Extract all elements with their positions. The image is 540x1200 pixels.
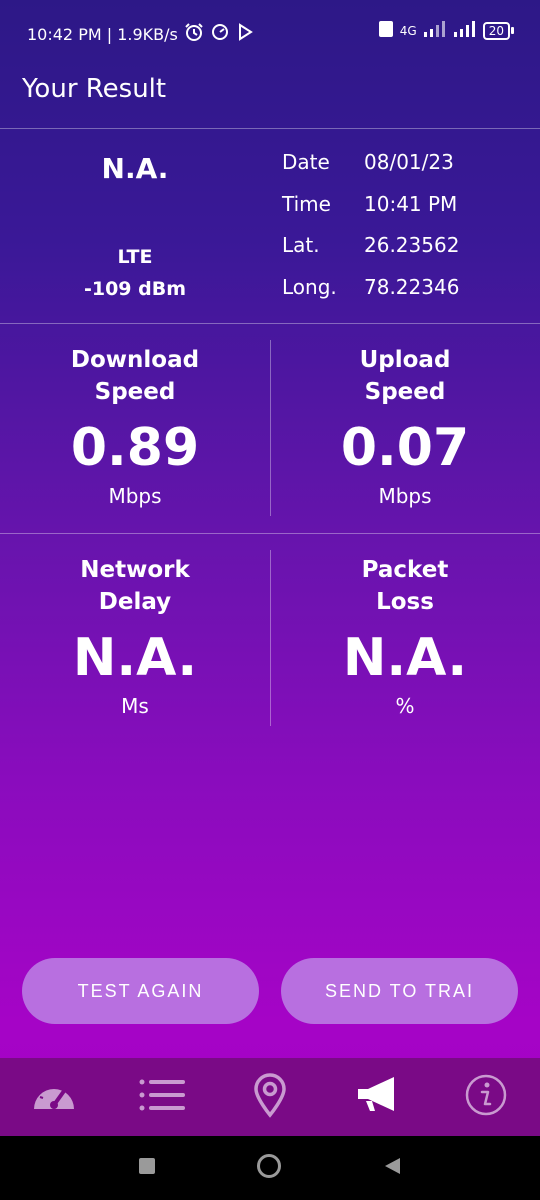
system-navigation-bar xyxy=(0,1136,540,1200)
nav-speedtest[interactable] xyxy=(24,1067,84,1127)
info-key: Long. xyxy=(282,275,337,299)
send-to-trai-button[interactable]: SEND TO TRAI xyxy=(281,958,518,1024)
signal-value: N.A. xyxy=(101,152,169,185)
volte-icon xyxy=(378,20,394,41)
status-left: 10:42 PM | 1.9KB/s xyxy=(27,22,254,46)
loss-value: N.A. xyxy=(342,628,468,688)
upload-label-2: Speed xyxy=(364,379,446,405)
list-icon xyxy=(139,1078,185,1116)
recents-icon[interactable] xyxy=(138,1157,156,1179)
speedometer-icon xyxy=(30,1075,78,1119)
network-type: 4G xyxy=(399,23,417,38)
loss-label-1: Packet xyxy=(361,557,449,583)
info-key: Lat. xyxy=(282,233,320,257)
back-icon[interactable] xyxy=(382,1156,402,1180)
network-technology: LTE xyxy=(117,246,153,268)
home-icon[interactable] xyxy=(256,1153,282,1183)
upload-unit: Mbps xyxy=(378,484,432,508)
app-screen: 10:42 PM | 1.9KB/s 4G 20 Your Result N.A… xyxy=(0,0,540,1200)
play-icon xyxy=(236,23,254,45)
info-value: 26.23562 xyxy=(364,233,460,257)
info-icon xyxy=(464,1073,508,1121)
info-row-long: Long. 78.22346 xyxy=(282,275,459,299)
delay-label-1: Network xyxy=(80,557,190,583)
download-speed: Download Speed 0.89 Mbps xyxy=(0,344,270,508)
status-bar: 10:42 PM | 1.9KB/s 4G 20 xyxy=(0,0,540,66)
info-row-date: Date 08/01/23 xyxy=(282,150,454,174)
delay-unit: Ms xyxy=(121,694,149,718)
alarm-icon xyxy=(184,22,204,46)
test-again-button[interactable]: TEST AGAIN xyxy=(22,958,259,1024)
loss-label-2: Loss xyxy=(376,589,434,615)
info-key: Time xyxy=(282,192,331,216)
info-value: 08/01/23 xyxy=(364,150,454,174)
download-label-2: Speed xyxy=(94,379,176,405)
info-value: 78.22346 xyxy=(364,275,460,299)
battery-icon: 20 xyxy=(482,21,514,40)
battery-level: 20 xyxy=(482,21,510,40)
signal-strength: -109 dBm xyxy=(83,278,187,300)
upload-value: 0.07 xyxy=(340,418,470,478)
nav-history[interactable] xyxy=(132,1067,192,1127)
info-row-time: Time 10:41 PM xyxy=(282,192,457,216)
speedtest-icon xyxy=(210,22,230,46)
info-key: Date xyxy=(282,150,330,174)
packet-loss: Packet Loss N.A. % xyxy=(270,554,540,718)
nav-map[interactable] xyxy=(240,1067,300,1127)
signal-icon xyxy=(423,21,447,40)
upload-speed: Upload Speed 0.07 Mbps xyxy=(270,344,540,508)
bottom-navigation xyxy=(0,1058,540,1136)
divider-top xyxy=(0,128,540,129)
delay-value: N.A. xyxy=(72,628,198,688)
network-delay: Network Delay N.A. Ms xyxy=(0,554,270,718)
download-value: 0.89 xyxy=(70,418,200,478)
nav-announce[interactable] xyxy=(348,1067,408,1127)
divider-lower xyxy=(0,533,540,534)
download-label-1: Download xyxy=(70,347,200,373)
page-title: Your Result xyxy=(22,74,167,104)
nav-info[interactable] xyxy=(456,1067,516,1127)
loss-unit: % xyxy=(395,694,415,718)
info-row-lat: Lat. 26.23562 xyxy=(282,233,459,257)
signal-icon-2 xyxy=(453,21,477,40)
upload-label-1: Upload xyxy=(359,347,451,373)
info-value: 10:41 PM xyxy=(364,192,458,216)
delay-label-2: Delay xyxy=(98,589,172,615)
megaphone-icon xyxy=(354,1075,402,1119)
download-unit: Mbps xyxy=(108,484,162,508)
location-pin-icon xyxy=(253,1072,287,1122)
status-time-speed: 10:42 PM | 1.9KB/s xyxy=(27,24,178,44)
divider-mid xyxy=(0,323,540,324)
status-right: 4G 20 xyxy=(378,20,514,41)
